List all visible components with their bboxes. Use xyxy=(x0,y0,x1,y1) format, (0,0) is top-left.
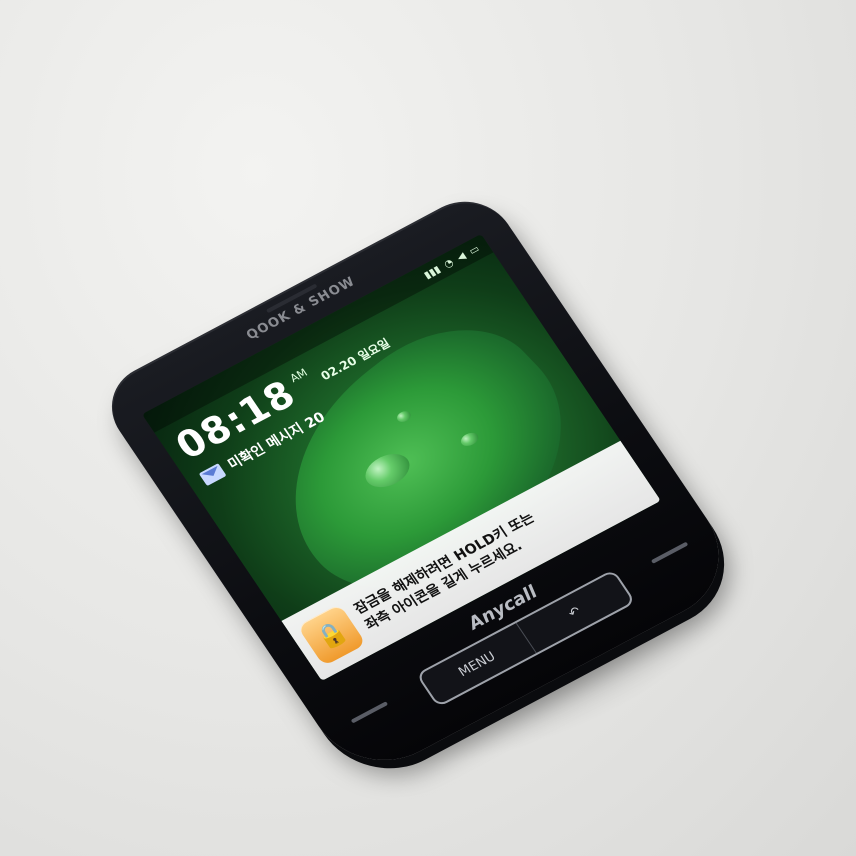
battery-icon: ▭ xyxy=(466,243,482,257)
signal-icon: ▮▮▮ xyxy=(421,263,443,281)
wifi-icon: ◔ xyxy=(441,256,456,271)
lockscreen-ampm: AM xyxy=(287,366,310,386)
back-arrow-icon: ↶ xyxy=(565,603,584,622)
mail-icon xyxy=(198,462,227,486)
volume-icon: ◀ xyxy=(454,250,468,264)
lock-icon[interactable]: 🔒 xyxy=(296,603,367,667)
photo-background: { "phone": { "carrier_logo": "QOOK & SHO… xyxy=(0,0,856,856)
